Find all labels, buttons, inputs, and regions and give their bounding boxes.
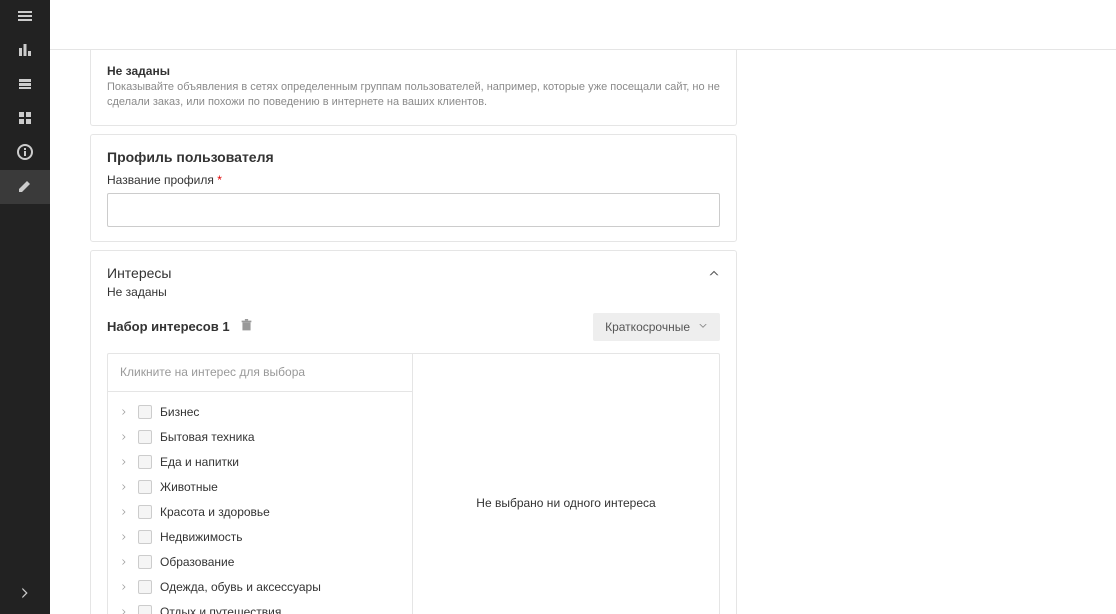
expand-icon[interactable] bbox=[118, 433, 130, 441]
pencil-icon bbox=[17, 178, 33, 197]
tree-checkbox[interactable] bbox=[138, 580, 152, 594]
profile-title: Профиль пользователя bbox=[107, 149, 720, 165]
tree-item[interactable]: Образование bbox=[108, 550, 412, 575]
tree-checkbox[interactable] bbox=[138, 430, 152, 444]
tree-item-label: Еда и напитки bbox=[160, 455, 239, 469]
tree-item[interactable]: Бизнес bbox=[108, 400, 412, 425]
tree-item[interactable]: Животные bbox=[108, 475, 412, 500]
tree-item-label: Отдых и путешествия bbox=[160, 605, 281, 614]
retargeting-status: Не заданы bbox=[107, 64, 720, 78]
tree-checkbox[interactable] bbox=[138, 555, 152, 569]
sidebar bbox=[0, 0, 50, 614]
selected-interests-panel: Не выбрано ни одного интереса bbox=[413, 354, 719, 614]
interest-tree[interactable]: Бизнес Бытовая техника Еда и напитки Животн… bbox=[108, 392, 412, 614]
tree-checkbox[interactable] bbox=[138, 405, 152, 419]
interest-panel: Бизнес Бытовая техника Еда и напитки Животн… bbox=[107, 353, 720, 614]
tree-item[interactable]: Отдых и путешествия bbox=[108, 600, 412, 614]
sidebar-stats[interactable] bbox=[0, 34, 50, 68]
tree-item-label: Бизнес bbox=[160, 405, 199, 419]
chevron-down-icon bbox=[698, 320, 708, 334]
profile-name-label: Название профиля * bbox=[107, 173, 720, 187]
topbar bbox=[50, 0, 1116, 50]
expand-icon[interactable] bbox=[118, 583, 130, 591]
sidebar-info[interactable] bbox=[0, 136, 50, 170]
sidebar-edit[interactable] bbox=[0, 170, 50, 204]
profile-name-input[interactable] bbox=[107, 193, 720, 227]
tree-item-label: Образование bbox=[160, 555, 234, 569]
tree-item-label: Одежда, обувь и аксессуары bbox=[160, 580, 321, 594]
tree-item[interactable]: Бытовая техника bbox=[108, 425, 412, 450]
interest-tree-panel: Бизнес Бытовая техника Еда и напитки Животн… bbox=[108, 354, 413, 614]
interest-set-name: Набор интересов 1 bbox=[107, 319, 230, 334]
sidebar-menu[interactable] bbox=[0, 0, 50, 34]
delete-set-button[interactable] bbox=[240, 319, 253, 335]
tree-item[interactable]: Одежда, обувь и аксессуары bbox=[108, 575, 412, 600]
grid-icon bbox=[17, 110, 33, 129]
expand-icon[interactable] bbox=[118, 558, 130, 566]
interests-accordion-toggle[interactable]: Интересы bbox=[91, 251, 736, 285]
tree-checkbox[interactable] bbox=[138, 530, 152, 544]
info-icon bbox=[17, 144, 33, 163]
sidebar-campaigns[interactable] bbox=[0, 68, 50, 102]
tree-item-label: Бытовая техника bbox=[160, 430, 255, 444]
tree-item-label: Красота и здоровье bbox=[160, 505, 270, 519]
interest-type-dropdown[interactable]: Краткосрочные bbox=[593, 313, 720, 341]
menu-icon bbox=[17, 8, 33, 27]
tree-item[interactable]: Красота и здоровье bbox=[108, 500, 412, 525]
sidebar-expand[interactable] bbox=[0, 574, 50, 614]
chevron-right-icon bbox=[18, 586, 32, 603]
tree-item[interactable]: Еда и напитки bbox=[108, 450, 412, 475]
chevron-up-icon bbox=[708, 267, 720, 279]
stack-icon bbox=[17, 76, 33, 95]
sidebar-grid[interactable] bbox=[0, 102, 50, 136]
interest-search-input[interactable] bbox=[108, 354, 412, 392]
retargeting-card: Не заданы Показывайте объявления в сетях… bbox=[90, 50, 737, 126]
expand-icon[interactable] bbox=[118, 458, 130, 466]
trash-icon bbox=[240, 320, 253, 335]
retargeting-description: Показывайте объявления в сетях определен… bbox=[107, 80, 720, 111]
profile-card: Профиль пользователя Название профиля * bbox=[90, 134, 737, 242]
interests-title: Интересы bbox=[107, 265, 171, 281]
tree-checkbox[interactable] bbox=[138, 505, 152, 519]
expand-icon[interactable] bbox=[118, 483, 130, 491]
interests-status: Не заданы bbox=[91, 285, 736, 313]
tree-item-label: Недвижимость bbox=[160, 530, 243, 544]
expand-icon[interactable] bbox=[118, 408, 130, 416]
expand-icon[interactable] bbox=[118, 533, 130, 541]
expand-icon[interactable] bbox=[118, 508, 130, 516]
tree-checkbox[interactable] bbox=[138, 605, 152, 614]
tree-checkbox[interactable] bbox=[138, 455, 152, 469]
empty-selection-message: Не выбрано ни одного интереса bbox=[476, 496, 655, 510]
bar-chart-icon bbox=[17, 42, 33, 61]
expand-icon[interactable] bbox=[118, 608, 130, 614]
tree-checkbox[interactable] bbox=[138, 480, 152, 494]
tree-item[interactable]: Недвижимость bbox=[108, 525, 412, 550]
interests-card: Интересы Не заданы Набор интересов 1 Кра… bbox=[90, 250, 737, 614]
tree-item-label: Животные bbox=[160, 480, 218, 494]
required-mark: * bbox=[217, 173, 222, 187]
